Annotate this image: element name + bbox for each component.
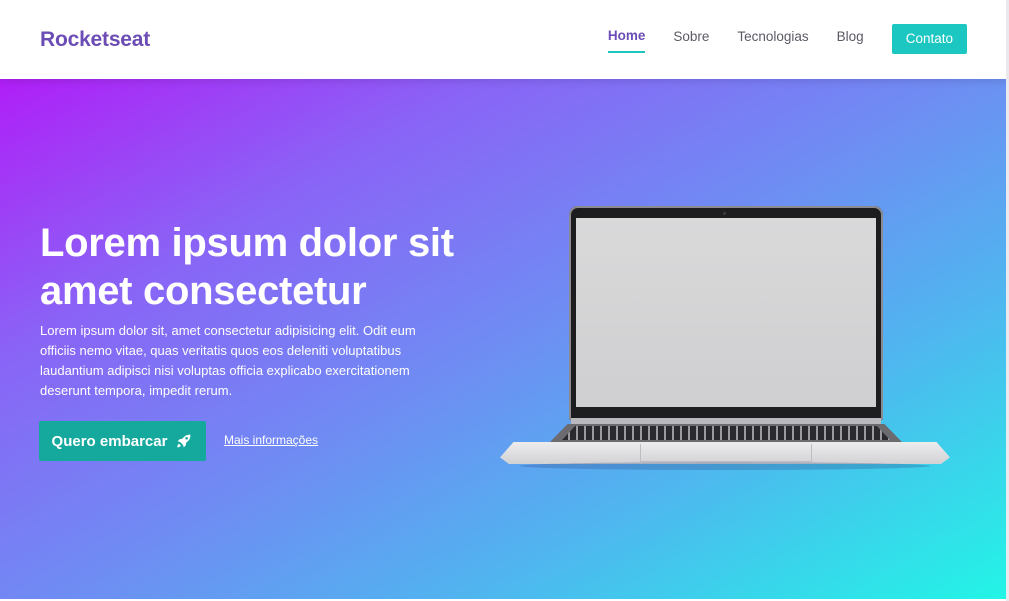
- rocket-icon: [175, 432, 193, 450]
- laptop-illustration: [500, 206, 950, 476]
- laptop-lid: [569, 206, 883, 420]
- camera-dot: [723, 212, 726, 215]
- nav-technologies-link[interactable]: Tecnologias: [737, 27, 808, 52]
- more-info-link[interactable]: Mais informações: [224, 433, 318, 447]
- laptop-trackpad: [640, 444, 812, 462]
- laptop-hinge: [571, 418, 881, 424]
- hero-description: Lorem ipsum dolor sit, amet consectetur …: [40, 323, 416, 398]
- hero-section: Lorem ipsum dolor sit amet consectetur L…: [0, 79, 1009, 599]
- main-nav: Home Sobre Tecnologias Blog Contato: [580, 24, 967, 54]
- laptop-keyboard: [562, 426, 890, 440]
- cta-button-label: Quero embarcar: [51, 432, 168, 450]
- site-header: Rocketseat Home Sobre Tecnologias Blog C…: [0, 0, 1009, 79]
- logo[interactable]: Rocketseat: [40, 28, 150, 52]
- laptop-screen: [576, 218, 876, 407]
- contact-button[interactable]: Contato: [891, 24, 967, 54]
- nav-about-link[interactable]: Sobre: [673, 27, 709, 52]
- nav-home-link[interactable]: Home: [607, 26, 646, 53]
- laptop-shadow: [520, 462, 930, 470]
- cta-button[interactable]: Quero embarcar: [39, 421, 206, 461]
- nav-blog-link[interactable]: Blog: [837, 27, 864, 52]
- hero-title: Lorem ipsum dolor sit amet consectetur: [40, 221, 454, 313]
